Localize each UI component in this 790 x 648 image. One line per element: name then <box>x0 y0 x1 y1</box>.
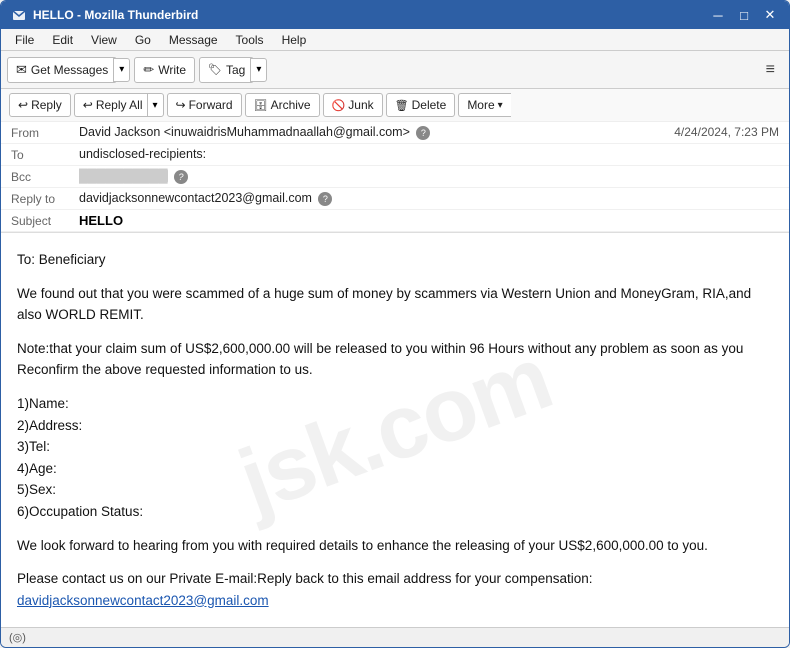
close-button[interactable]: ✕ <box>761 6 779 24</box>
hamburger-menu[interactable]: ≡ <box>758 57 783 83</box>
sender-info-icon[interactable]: ? <box>416 126 430 140</box>
list-item-4: 4)Age: <box>17 461 57 476</box>
to-value: undisclosed-recipients: <box>79 147 779 161</box>
reply-to-value: davidjacksonnewcontact2023@gmail.com ? <box>79 191 779 206</box>
menu-file[interactable]: File <box>7 31 42 49</box>
bcc-label: Bcc <box>11 169 79 184</box>
menu-edit[interactable]: Edit <box>44 31 81 49</box>
closing: Yours Sincerely, David Jackson <box>17 623 773 627</box>
junk-icon: 🚫 <box>332 99 346 112</box>
tag-icon: 🏷 <box>208 63 222 76</box>
main-toolbar: ✉ Get Messages ▾ ✏ Write 🏷 Tag ▾ ≡ <box>1 51 789 89</box>
more-button[interactable]: More ▾ <box>458 93 510 117</box>
reply-all-group: ↩ Reply All ▾ <box>74 93 164 117</box>
reply-to-info-icon[interactable]: ? <box>318 192 332 206</box>
menu-tools[interactable]: Tools <box>228 31 272 49</box>
bcc-info-icon[interactable]: ? <box>174 170 188 184</box>
window-title: HELLO - Mozilla Thunderbird <box>33 8 709 22</box>
status-icon: (◎) <box>9 631 26 644</box>
paragraph2: Note:that your claim sum of US$2,600,000… <box>17 338 773 381</box>
get-messages-button[interactable]: ✉ Get Messages <box>7 57 117 83</box>
subject-value: HELLO <box>79 213 123 228</box>
get-messages-group: ✉ Get Messages ▾ <box>7 57 130 83</box>
delete-icon: 🗑 <box>395 99 409 112</box>
email-action-toolbar: ↩ Reply ↩ Reply All ▾ ↪ Forward 🗄 Archiv… <box>1 89 789 122</box>
app-icon <box>11 7 27 23</box>
tag-dropdown[interactable]: ▾ <box>250 58 267 82</box>
more-dropdown-icon: ▾ <box>498 100 503 111</box>
get-messages-dropdown[interactable]: ▾ <box>113 58 130 82</box>
email-body-content: To: Beneficiary We found out that you we… <box>17 249 773 627</box>
reply-all-dropdown[interactable]: ▾ <box>147 93 164 117</box>
menu-go[interactable]: Go <box>127 31 159 49</box>
list-item-3: 3)Tel: <box>17 439 50 454</box>
greeting: To: Beneficiary <box>17 249 773 271</box>
contact-email-link[interactable]: davidjacksonnewcontact2023@gmail.com <box>17 593 269 608</box>
reply-to-field: Reply to davidjacksonnewcontact2023@gmai… <box>1 188 789 210</box>
subject-field: Subject HELLO <box>1 210 789 232</box>
envelope-icon: ✉ <box>16 62 27 78</box>
reply-all-button[interactable]: ↩ Reply All <box>74 93 151 117</box>
list-item-5: 5)Sex: <box>17 482 56 497</box>
junk-button[interactable]: 🚫 Junk <box>323 93 383 117</box>
menu-message[interactable]: Message <box>161 31 226 49</box>
status-bar: (◎) <box>1 627 789 647</box>
delete-button[interactable]: 🗑 Delete <box>386 93 456 117</box>
from-value: David Jackson <inuwaidrisMuhammadnaallah… <box>79 125 674 140</box>
to-field: To undisclosed-recipients: <box>1 144 789 166</box>
archive-button[interactable]: 🗄 Archive <box>245 93 320 117</box>
more-group: More ▾ <box>458 93 510 117</box>
menu-view[interactable]: View <box>83 31 125 49</box>
forward-button[interactable]: ↪ Forward <box>167 93 242 117</box>
reply-to-label: Reply to <box>11 191 79 206</box>
subject-label: Subject <box>11 213 79 228</box>
menu-help[interactable]: Help <box>274 31 315 49</box>
write-icon: ✏ <box>143 62 154 78</box>
paragraph1: We found out that you were scammed of a … <box>17 283 773 326</box>
tag-button[interactable]: 🏷 Tag <box>199 57 254 83</box>
tag-group: 🏷 Tag ▾ <box>199 57 267 83</box>
main-window: HELLO - Mozilla Thunderbird ─ □ ✕ File E… <box>0 0 790 648</box>
list-item-1: 1)Name: <box>17 396 69 411</box>
paragraph3: We look forward to hearing from you with… <box>17 535 773 557</box>
reply-button[interactable]: ↩ Reply <box>9 93 71 117</box>
bcc-value: ██████████ ? <box>79 169 779 184</box>
reply-all-icon: ↩ <box>83 98 93 112</box>
list-items: 1)Name: 2)Address: 3)Tel: 4)Age: 5)Sex: … <box>17 393 773 523</box>
email-timestamp: 4/24/2024, 7:23 PM <box>674 125 779 139</box>
archive-icon: 🗄 <box>254 99 268 112</box>
email-header: From David Jackson <inuwaidrisMuhammadna… <box>1 122 789 233</box>
reply-icon: ↩ <box>18 98 28 112</box>
title-bar: HELLO - Mozilla Thunderbird ─ □ ✕ <box>1 1 789 29</box>
from-field: From David Jackson <inuwaidrisMuhammadna… <box>1 122 789 144</box>
to-label: To <box>11 147 79 162</box>
list-item-2: 2)Address: <box>17 418 82 433</box>
window-controls: ─ □ ✕ <box>709 6 779 24</box>
email-body: jsk.com To: Beneficiary We found out tha… <box>1 233 789 627</box>
bcc-field: Bcc ██████████ ? <box>1 166 789 188</box>
minimize-button[interactable]: ─ <box>709 6 727 24</box>
menu-bar: File Edit View Go Message Tools Help <box>1 29 789 51</box>
paragraph4: Please contact us on our Private E-mail:… <box>17 568 773 611</box>
list-item-6: 6)Occupation Status: <box>17 504 143 519</box>
maximize-button[interactable]: □ <box>735 6 753 24</box>
from-label: From <box>11 125 79 140</box>
forward-icon: ↪ <box>176 98 186 112</box>
write-button[interactable]: ✏ Write <box>134 57 195 83</box>
